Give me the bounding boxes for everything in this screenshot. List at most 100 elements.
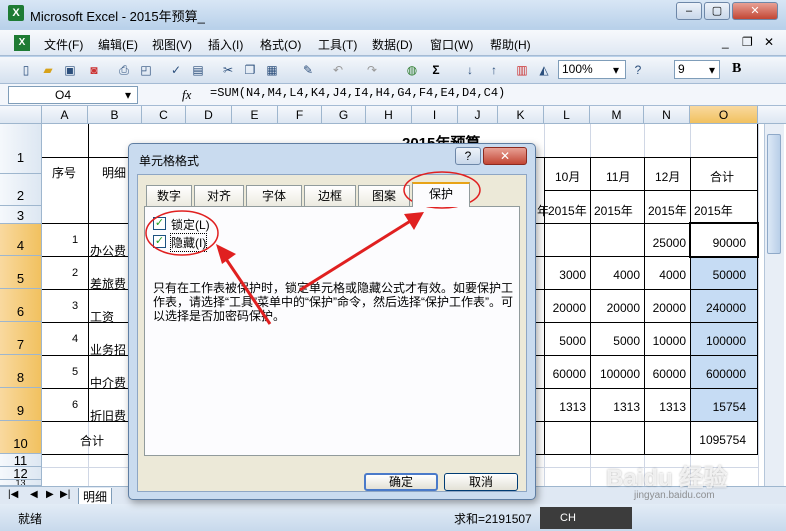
row-header-7[interactable]: 7 [0,322,42,355]
vertical-scrollbar[interactable] [764,124,784,486]
doc-restore-button[interactable]: ❐ [742,35,753,49]
menu-data[interactable]: 数据(D) [372,36,413,53]
excel-app-icon[interactable]: X [8,5,24,21]
name-box[interactable]: O4 [8,86,138,104]
bold-button[interactable]: B [732,61,741,77]
ok-button[interactable]: 确定 [364,473,438,491]
research-icon[interactable]: ▤ [190,62,206,78]
column-header-o[interactable]: O [690,106,758,124]
column-header-g[interactable]: G [322,106,366,124]
column-header-k[interactable]: K [498,106,544,124]
workbook-icon[interactable]: X [14,35,30,51]
ime-indicator[interactable]: CH [540,507,632,529]
column-header-e[interactable]: E [232,106,278,124]
drawing-icon[interactable]: ◭ [536,62,552,78]
tab-font[interactable]: 字体 [246,185,302,206]
locked-checkbox[interactable]: ✓ [153,217,166,230]
copy-icon[interactable]: ❐ [242,62,258,78]
sort-descending-icon[interactable]: ↑ [486,62,502,78]
cell-seq: 3 [72,300,79,312]
autosum-icon[interactable]: Σ [428,62,444,78]
column-header-m[interactable]: M [590,106,644,124]
column-header-b[interactable]: B [88,106,142,124]
paste-icon[interactable]: ▦ [264,62,280,78]
tab-alignment[interactable]: 对齐 [194,185,244,206]
chevron-down-icon[interactable]: ▾ [608,62,624,78]
header-seq: 序号 [52,166,77,180]
last-sheet-button[interactable]: ▶| [60,489,70,500]
menu-format[interactable]: 格式(O) [260,36,301,53]
menu-view[interactable]: 视图(V) [152,36,192,53]
open-icon[interactable]: ▰ [40,62,56,78]
column-header-n[interactable]: N [644,106,690,124]
menu-window[interactable]: 窗口(W) [430,36,473,53]
tab-patterns[interactable]: 图案 [358,185,410,206]
format-painter-icon[interactable]: ✎ [300,62,316,78]
tab-border[interactable]: 边框 [304,185,356,206]
chart-wizard-icon[interactable]: ▥ [514,62,530,78]
column-header-i[interactable]: I [412,106,458,124]
chevron-down-icon[interactable]: ▾ [120,87,136,103]
menu-help[interactable]: 帮助(H) [490,36,531,53]
sort-ascending-icon[interactable]: ↓ [462,62,478,78]
cancel-button[interactable]: 取消 [444,473,518,491]
permission-icon[interactable]: ◙ [86,62,102,78]
help-icon[interactable]: ? [630,62,646,78]
row-header-2[interactable]: 2 [0,174,42,206]
column-header-j[interactable]: J [458,106,498,124]
new-icon[interactable]: ▯ [18,62,34,78]
row-header-10[interactable]: 10 [0,421,42,454]
hidden-label[interactable]: 隐藏(I) [169,233,208,252]
tab-number[interactable]: 数字 [146,185,192,206]
print-icon[interactable]: ⎙ [116,62,132,78]
select-all-corner[interactable] [0,106,42,124]
minimize-button[interactable]: – [676,2,702,20]
column-header-d[interactable]: D [186,106,232,124]
column-header-h[interactable]: H [366,106,412,124]
cut-icon[interactable]: ✂ [220,62,236,78]
column-header-p[interactable] [758,106,786,124]
column-header-c[interactable]: C [142,106,186,124]
chevron-down-icon[interactable]: ▾ [704,62,720,78]
scrollbar-thumb[interactable] [767,134,781,254]
maximize-button[interactable]: ▢ [704,2,730,20]
menu-insert[interactable]: 插入(I) [208,36,243,53]
cell-oct: 60000 [552,367,586,381]
spelling-icon[interactable]: ✓ [168,62,184,78]
header-detail: 明细 [102,166,127,180]
tab-protection[interactable]: 保护 [412,182,470,207]
close-window-button[interactable]: ✕ [732,2,778,20]
column-header-f[interactable]: F [278,106,322,124]
hyperlink-icon[interactable]: ◍ [404,62,420,78]
undo-icon[interactable]: ↶ [330,62,346,78]
cell-detail: 中介费 [90,376,127,390]
save-icon[interactable]: ▣ [62,62,78,78]
first-sheet-button[interactable]: |◀ [8,489,18,500]
gridline [758,124,759,486]
dialog-close-button[interactable]: ✕ [483,147,527,165]
row-header-5[interactable]: 5 [0,256,42,289]
hidden-checkbox[interactable]: ✓ [153,235,166,248]
insert-function-icon[interactable]: fx [182,87,191,103]
menu-tools[interactable]: 工具(T) [318,36,357,53]
row-header-6[interactable]: 6 [0,289,42,322]
column-header-l[interactable]: L [544,106,590,124]
column-header-a[interactable]: A [42,106,88,124]
locked-label[interactable]: 锁定(L) [171,216,210,233]
row-header-4[interactable]: 4 [0,224,42,256]
dialog-help-button[interactable]: ? [455,147,481,165]
menu-file[interactable]: 文件(F) [44,36,83,53]
doc-close-button[interactable]: ✕ [764,35,774,49]
doc-minimize-button[interactable]: _ [722,35,729,49]
row-header-9[interactable]: 9 [0,388,42,421]
menu-edit[interactable]: 编辑(E) [98,36,138,53]
redo-icon[interactable]: ↷ [364,62,380,78]
print-preview-icon[interactable]: ◰ [138,62,154,78]
prev-sheet-button[interactable]: ◀ [30,489,38,500]
formula-input[interactable]: =SUM(N4,M4,L4,K4,J4,I4,H4,G4,F4,E4,D4,C4… [210,86,505,100]
next-sheet-button[interactable]: ▶ [46,489,54,500]
row-header-1[interactable]: 1 [0,124,42,174]
row-header-12[interactable]: 12 [0,467,42,480]
row-header-3[interactable]: 3 [0,206,42,224]
row-header-8[interactable]: 8 [0,355,42,388]
